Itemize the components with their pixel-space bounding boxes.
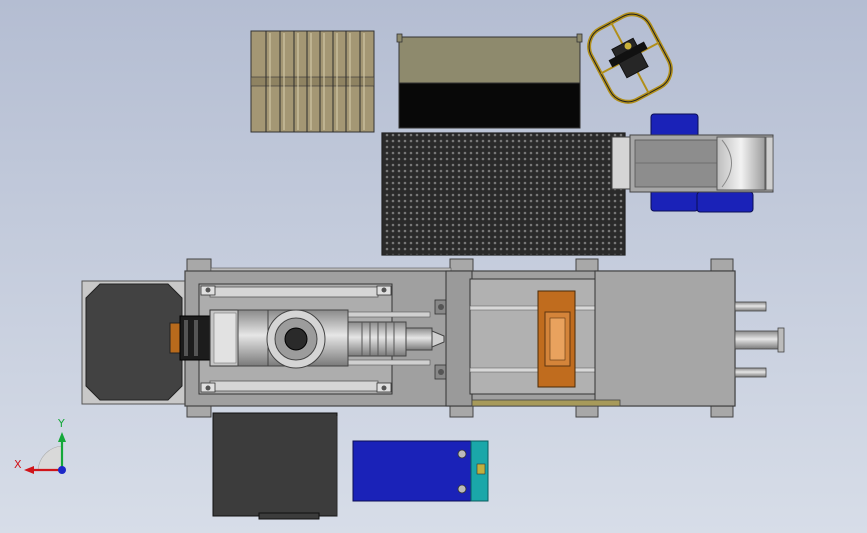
mold-tool[interactable] [537,290,576,388]
perforated-mesh-panel[interactable] [381,132,626,256]
injection-motor[interactable] [169,309,241,367]
x-axis-label: X [14,458,22,471]
wooden-pallet[interactable] [250,30,375,133]
clamping-unit[interactable] [445,270,785,407]
injection-molding-machine-assembly[interactable]: Y X [0,0,867,533]
cad-viewport[interactable]: Y X [0,0,867,533]
electrical-control-box[interactable] [212,412,338,520]
hydraulic-power-unit[interactable] [352,440,489,502]
y-axis-label: Y [57,417,65,430]
safety-rail [471,399,621,407]
material-hopper-box[interactable] [396,33,583,129]
z-axis-origin [58,466,66,474]
